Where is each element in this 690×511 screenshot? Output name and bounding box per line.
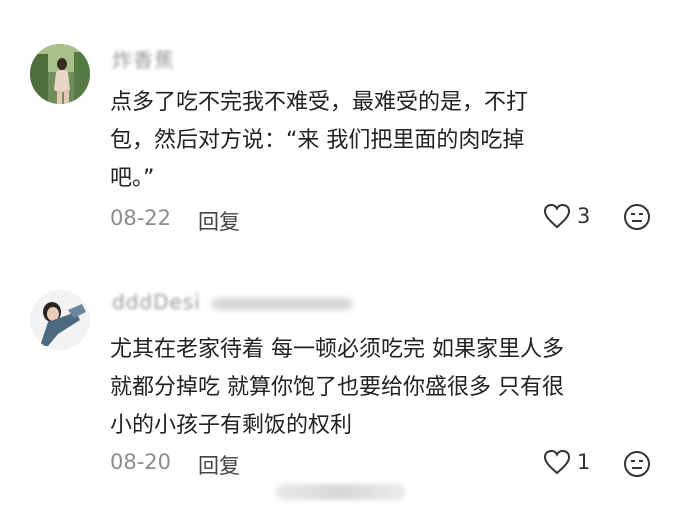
comment-text-line: 尤其在老家待着 每一顿必须吃完 如果家里人多 [110,337,564,362]
comment-item: dddDesi 尤其在老家待着 每一顿必须吃完 如果家里人多 就都分掉吃 就算你… [0,0,690,511]
avatar[interactable] [30,290,90,350]
username-text: dddDesi [112,290,201,314]
like-count: 1 [577,450,591,474]
reply-button[interactable]: 回复 [198,450,240,480]
comment-text-line: 就都分掉吃 就算你饱了也要给你盛很多 只有很 [110,375,564,400]
comment-text-line: 小的小孩子有剩饭的权利 [110,413,353,438]
username-blur [212,298,352,310]
blurred-watermark [276,484,406,500]
username[interactable]: dddDesi [112,290,201,314]
emoji-face-icon[interactable] [623,450,651,478]
comment-date: 08-20 [110,450,172,474]
like-button[interactable]: 1 [543,449,590,475]
comment-text: 尤其在老家待着 每一顿必须吃完 如果家里人多 就都分掉吃 就算你饱了也要给你盛很… [110,331,670,445]
heart-outline-icon [543,449,571,475]
